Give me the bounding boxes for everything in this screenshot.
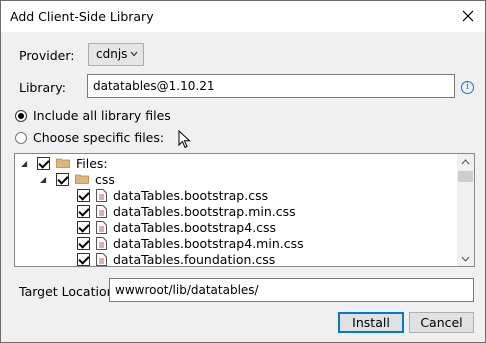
tree-row-css[interactable]: ◢ css xyxy=(40,171,115,187)
folder-icon xyxy=(75,174,89,184)
provider-label: Provider: xyxy=(19,48,75,63)
file-label: dataTables.foundation.css xyxy=(113,251,276,267)
file-icon xyxy=(96,252,107,266)
chevron-down-icon xyxy=(130,51,138,57)
tree-row-file[interactable]: dataTables.bootstrap.css xyxy=(77,187,268,203)
folder-icon xyxy=(56,158,70,168)
target-location-label: Target Location: xyxy=(19,284,119,299)
tree-row-file[interactable]: dataTables.foundation.css xyxy=(77,251,276,267)
file-icon xyxy=(96,204,107,218)
close-button[interactable] xyxy=(457,5,479,27)
file-label: dataTables.bootstrap4.min.css xyxy=(113,235,304,251)
checkbox-css[interactable] xyxy=(56,172,69,186)
tree-row-file[interactable]: dataTables.bootstrap4.min.css xyxy=(77,235,304,251)
file-label: dataTables.bootstrap.css xyxy=(113,187,269,203)
file-checkbox[interactable] xyxy=(77,252,90,266)
target-location-input[interactable]: wwwroot/lib/datatables/ xyxy=(109,278,474,302)
radio-include-all[interactable] xyxy=(15,110,27,122)
library-input-value: datatables@1.10.21 xyxy=(93,79,215,93)
library-label: Library: xyxy=(19,80,67,95)
radio-choose-specific-label[interactable]: Choose specific files: xyxy=(33,130,164,145)
info-icon[interactable]: i xyxy=(461,81,474,94)
file-tree[interactable]: ◢ Files: ◢ css dataTables.bootstrap.css … xyxy=(14,153,475,267)
file-label: dataTables.bootstrap4.css xyxy=(113,219,277,235)
tree-folder-label: css xyxy=(95,171,115,187)
checkbox-root[interactable] xyxy=(37,156,50,170)
scrollbar-thumb[interactable] xyxy=(458,171,473,182)
file-label: dataTables.bootstrap.min.css xyxy=(113,203,296,219)
file-icon xyxy=(96,220,107,234)
scroll-down-icon[interactable] xyxy=(461,255,470,263)
file-checkbox[interactable] xyxy=(77,220,90,234)
install-button[interactable]: Install xyxy=(338,312,404,333)
add-client-side-library-dialog: Add Client-Side Library Provider: cdnjs … xyxy=(0,0,486,343)
tree-row-root[interactable]: ◢ Files: xyxy=(21,155,108,171)
tree-row-file[interactable]: dataTables.bootstrap4.css xyxy=(77,219,276,235)
dialog-title: Add Client-Side Library xyxy=(10,9,154,24)
radio-include-all-label[interactable]: Include all library files xyxy=(33,108,171,123)
scroll-up-icon[interactable] xyxy=(461,158,470,166)
tree-row-file[interactable]: dataTables.bootstrap.min.css xyxy=(77,203,296,219)
target-location-value: wwwroot/lib/datatables/ xyxy=(115,283,259,297)
file-icon xyxy=(96,236,107,250)
tree-root-label: Files: xyxy=(76,155,108,171)
title-bar: Add Client-Side Library xyxy=(1,1,485,32)
close-icon xyxy=(462,10,474,22)
file-icon xyxy=(96,188,107,202)
provider-dropdown[interactable]: cdnjs xyxy=(88,43,144,66)
file-checkbox[interactable] xyxy=(77,204,90,218)
radio-choose-specific[interactable] xyxy=(15,132,27,144)
file-checkbox[interactable] xyxy=(77,236,90,250)
provider-value: cdnjs xyxy=(96,47,128,61)
library-input[interactable]: datatables@1.10.21 xyxy=(87,74,455,98)
mouse-cursor-icon xyxy=(178,130,191,149)
collapse-icon[interactable]: ◢ xyxy=(21,159,31,168)
cancel-button[interactable]: Cancel xyxy=(409,312,474,333)
file-checkbox[interactable] xyxy=(77,188,90,202)
collapse-icon[interactable]: ◢ xyxy=(40,175,50,184)
vertical-scrollbar[interactable] xyxy=(457,154,474,266)
